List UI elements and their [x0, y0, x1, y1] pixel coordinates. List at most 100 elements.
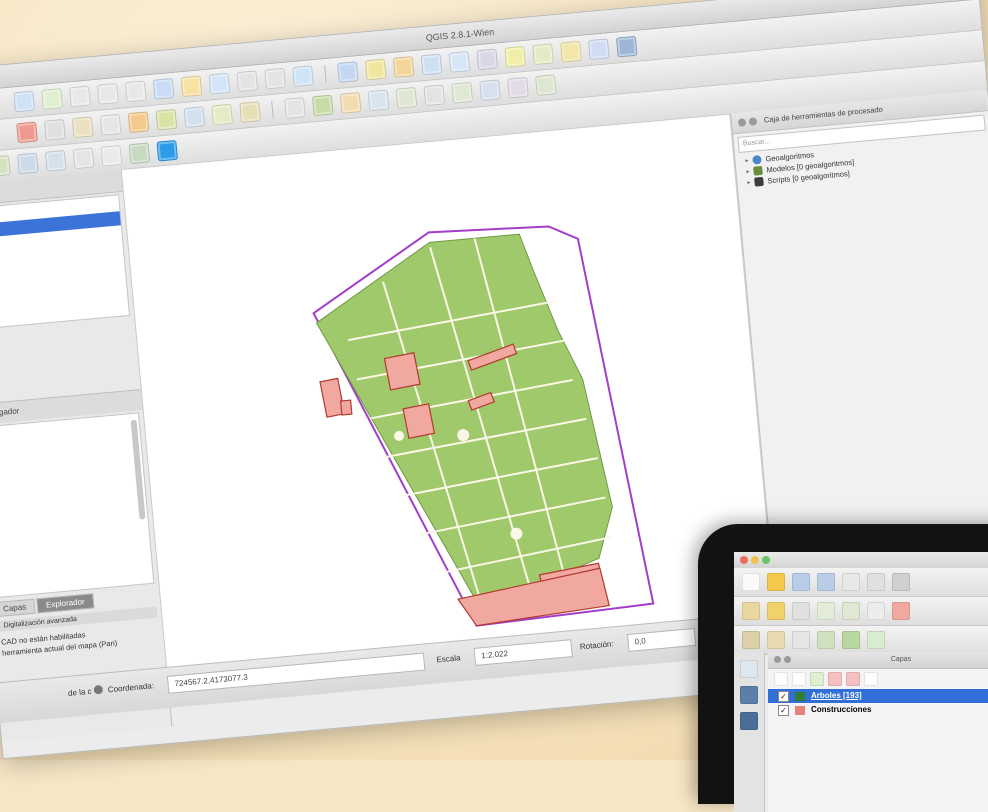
add-wms-icon[interactable]: [842, 631, 860, 649]
measure-icon[interactable]: [532, 43, 554, 66]
add-wcs-icon[interactable]: [156, 139, 179, 162]
add-feature-icon[interactable]: [71, 116, 94, 139]
zoom-layer-icon[interactable]: [208, 72, 231, 95]
rotation-field[interactable]: 0,0: [626, 627, 697, 652]
zoom-out-icon[interactable]: [96, 83, 119, 105]
save-edits-icon[interactable]: [44, 118, 66, 141]
label-icon[interactable]: [284, 97, 306, 119]
close-icon[interactable]: [740, 556, 748, 564]
add-wfs-icon[interactable]: [128, 142, 151, 165]
tab-layers[interactable]: Capas: [0, 598, 36, 618]
add-wms-icon[interactable]: [100, 144, 123, 167]
close-icon[interactable]: [774, 656, 781, 663]
add-delimited-icon[interactable]: [817, 631, 835, 649]
composer-manager-icon[interactable]: [867, 573, 885, 591]
label-show-icon[interactable]: [395, 86, 418, 109]
diagram-icon[interactable]: [507, 76, 529, 99]
database-tool-icon[interactable]: [740, 712, 758, 730]
zoom-next-icon[interactable]: [264, 67, 287, 90]
selected-layer-row[interactable]: [0, 211, 121, 240]
add-vector-icon[interactable]: [0, 155, 11, 177]
zoom-in-icon[interactable]: [69, 85, 91, 108]
layer-list[interactable]: [0, 194, 131, 331]
help-icon[interactable]: [615, 35, 638, 58]
raster-tool-icon[interactable]: [740, 686, 758, 704]
select-icon[interactable]: [364, 58, 387, 81]
vector-tool-icon[interactable]: [740, 660, 758, 678]
move-feature-icon[interactable]: [99, 113, 122, 136]
select-value-icon[interactable]: [392, 56, 415, 78]
expand-icon[interactable]: ▸: [745, 157, 749, 164]
zoom-selection-icon[interactable]: [180, 75, 203, 98]
expand-all-icon[interactable]: [828, 672, 842, 686]
cut-icon[interactable]: [183, 106, 206, 129]
delete-selected-icon[interactable]: [892, 602, 910, 620]
pencil-icon[interactable]: [767, 602, 785, 620]
move-feature-icon[interactable]: [842, 602, 860, 620]
expand-icon[interactable]: ▸: [746, 168, 750, 175]
delete-selected-icon[interactable]: [155, 108, 178, 131]
add-db-icon[interactable]: [792, 631, 810, 649]
identify-icon[interactable]: [336, 61, 359, 83]
statistics-icon[interactable]: [504, 45, 527, 68]
float-icon[interactable]: [748, 117, 758, 126]
browser-panel[interactable]: [0, 412, 155, 599]
deselect-icon[interactable]: [420, 53, 443, 76]
add-vector-icon[interactable]: [742, 631, 760, 649]
field-calculator-icon[interactable]: [476, 48, 499, 71]
add-raster-icon[interactable]: [767, 631, 785, 649]
save-edits-icon[interactable]: [792, 602, 810, 620]
node-tool-icon[interactable]: [127, 111, 150, 134]
save-as-icon[interactable]: [817, 573, 835, 591]
label-pin-icon[interactable]: [367, 89, 390, 112]
python-icon[interactable]: [311, 94, 334, 117]
touch-icon[interactable]: [41, 88, 63, 110]
close-icon[interactable]: [737, 118, 747, 127]
add-db-icon[interactable]: [44, 150, 67, 172]
maximize-icon[interactable]: [762, 556, 770, 564]
save-project-icon[interactable]: [792, 573, 810, 591]
scale-combobox[interactable]: 1:2.022: [473, 639, 573, 666]
label-change-icon[interactable]: [479, 79, 501, 102]
tab-explorer[interactable]: Explorador: [36, 593, 95, 614]
minimize-icon[interactable]: [751, 556, 759, 564]
layer-row-construcciones[interactable]: ✓ Construcciones: [768, 703, 988, 717]
zoom-native-icon[interactable]: [124, 80, 147, 103]
filter-icon[interactable]: [810, 672, 824, 686]
style-icon[interactable]: [774, 672, 788, 686]
collapse-all-icon[interactable]: [846, 672, 860, 686]
expand-icon[interactable]: ▸: [747, 179, 751, 186]
open-project-icon[interactable]: [767, 573, 785, 591]
refresh-icon[interactable]: [292, 65, 314, 87]
pan-icon[interactable]: [13, 90, 36, 113]
add-wfs-icon[interactable]: [867, 631, 885, 649]
edit-icon[interactable]: [742, 602, 760, 620]
map-canvas[interactable]: [120, 113, 776, 669]
float-icon[interactable]: [784, 656, 791, 663]
mouse-icon[interactable]: [93, 684, 104, 695]
add-delimited-icon[interactable]: [72, 147, 95, 170]
layer-visibility-checkbox[interactable]: ✓: [778, 704, 789, 716]
zoom-last-icon[interactable]: [236, 70, 259, 93]
add-raster-icon[interactable]: [16, 152, 39, 175]
copy-icon[interactable]: [211, 103, 234, 126]
label-rotate-icon[interactable]: [451, 81, 474, 104]
layer-visibility-checkbox[interactable]: ✓: [778, 690, 789, 702]
remove-layer-icon[interactable]: [864, 672, 878, 686]
label-move-icon[interactable]: [423, 84, 446, 107]
paste-icon[interactable]: [239, 101, 261, 123]
edit-icon[interactable]: [16, 121, 38, 144]
zoom-full-icon[interactable]: [152, 77, 175, 100]
attribute-table-icon[interactable]: [448, 51, 471, 73]
print-composer-icon[interactable]: [842, 573, 860, 591]
plugin-icon[interactable]: [339, 92, 362, 114]
pan-icon[interactable]: [892, 573, 910, 591]
gps-icon[interactable]: [535, 74, 557, 97]
tips-icon[interactable]: [587, 38, 610, 61]
new-project-icon[interactable]: [742, 573, 760, 591]
annotation-icon[interactable]: [560, 40, 582, 63]
add-group-icon[interactable]: [792, 672, 806, 686]
browser-scrollbar[interactable]: [130, 419, 146, 520]
layer-row-arboles[interactable]: ✓ Arboles [193]: [768, 689, 988, 703]
node-tool-icon[interactable]: [867, 602, 885, 620]
